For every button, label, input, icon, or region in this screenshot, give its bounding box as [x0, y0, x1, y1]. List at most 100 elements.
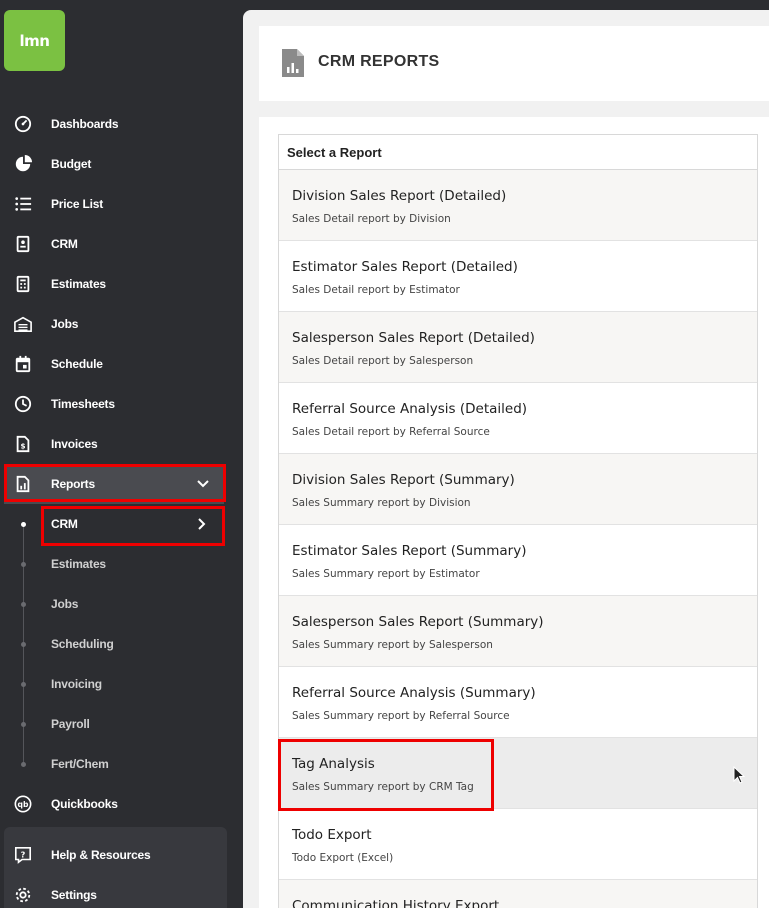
report-title: Salesperson Sales Report (Summary): [292, 614, 544, 630]
report-title: Referral Source Analysis (Detailed): [292, 401, 528, 417]
sidebar-item-label: Quickbooks: [51, 797, 118, 811]
calculator-icon: [13, 274, 33, 294]
mouse-cursor-icon: [733, 766, 745, 784]
sub-item-label: Estimates: [51, 557, 106, 571]
sidebar-item-label: Jobs: [51, 317, 79, 331]
sidebar-item-label: Schedule: [51, 357, 103, 371]
report-row-referral-summary[interactable]: Referral Source Analysis (Summary) Sales…: [279, 667, 757, 738]
sidebar-item-jobs[interactable]: Jobs: [0, 304, 243, 344]
sidebar-item-timesheets[interactable]: Timesheets: [0, 384, 243, 424]
sidebar-item-dashboards[interactable]: Dashboards: [0, 104, 243, 144]
report-title: Communication History Export: [292, 898, 500, 908]
sub-item-label: Invoicing: [51, 677, 102, 691]
sidebar-item-label: Reports: [51, 477, 95, 491]
sub-item-crm[interactable]: CRM: [0, 504, 243, 544]
dashboard-icon: [13, 114, 33, 134]
sub-nav-dot: [21, 681, 26, 687]
report-document-icon: [282, 49, 304, 77]
sub-item-label: Payroll: [51, 717, 90, 731]
report-row-todo-export[interactable]: Todo Export Todo Export (Excel): [279, 809, 757, 880]
sidebar: lmn Dashboards Budget Price List CRM Est…: [0, 0, 243, 908]
sidebar-item-quickbooks[interactable]: qb Quickbooks: [0, 784, 243, 824]
sub-nav-dot: [21, 721, 26, 727]
report-row-communication-history[interactable]: Communication History Export: [279, 880, 757, 908]
sub-item-fert-chem[interactable]: Fert/Chem: [0, 744, 243, 784]
page-title: CRM REPORTS: [318, 53, 440, 70]
sub-item-label: Scheduling: [51, 637, 114, 651]
report-subtitle: Sales Detail report by Salesperson: [292, 355, 474, 367]
quickbooks-icon: qb: [13, 794, 33, 814]
report-icon: [13, 474, 33, 494]
sidebar-item-label: Invoices: [51, 437, 98, 451]
svg-text:?: ?: [21, 849, 26, 859]
report-subtitle: Sales Detail report by Estimator: [292, 284, 460, 296]
report-title: Referral Source Analysis (Summary): [292, 685, 536, 701]
sub-item-jobs[interactable]: Jobs: [0, 584, 243, 624]
sub-nav-dot: [21, 561, 26, 567]
report-title: Division Sales Report (Detailed): [292, 188, 507, 204]
report-title: Estimator Sales Report (Summary): [292, 543, 527, 559]
sub-item-invoicing[interactable]: Invoicing: [0, 664, 243, 704]
report-title: Tag Analysis: [292, 756, 375, 772]
sidebar-item-label: Price List: [51, 197, 104, 211]
report-subtitle: Sales Detail report by Division: [292, 213, 451, 225]
report-row-division-detailed[interactable]: Division Sales Report (Detailed) Sales D…: [279, 170, 757, 241]
report-title: Estimator Sales Report (Detailed): [292, 259, 518, 275]
report-table: Select a Report Division Sales Report (D…: [278, 134, 758, 908]
report-list-card: Select a Report Division Sales Report (D…: [259, 117, 769, 908]
sidebar-item-crm[interactable]: CRM: [0, 224, 243, 264]
report-subtitle: Todo Export (Excel): [292, 852, 394, 864]
sub-item-label: CRM: [51, 517, 78, 531]
chevron-right-icon: [198, 518, 206, 530]
report-subtitle: Sales Summary report by Referral Source: [292, 710, 510, 722]
list-icon: [13, 194, 33, 214]
report-subtitle: Sales Detail report by Referral Source: [292, 426, 490, 438]
sidebar-item-reports[interactable]: Reports: [4, 464, 224, 504]
sidebar-item-settings[interactable]: Settings: [0, 875, 243, 908]
sidebar-item-schedule[interactable]: Schedule: [0, 344, 243, 384]
contact-card-icon: [13, 234, 33, 254]
sub-nav-dot: [21, 641, 26, 647]
invoice-icon: $: [13, 434, 33, 454]
report-title: Todo Export: [292, 827, 372, 843]
report-subtitle: Sales Summary report by Salesperson: [292, 639, 493, 651]
sub-nav-dot: [21, 761, 26, 767]
sub-item-estimates[interactable]: Estimates: [0, 544, 243, 584]
sub-item-label: Fert/Chem: [51, 757, 109, 771]
sidebar-item-label: CRM: [51, 237, 78, 251]
report-row-division-summary[interactable]: Division Sales Report (Summary) Sales Su…: [279, 454, 757, 525]
chevron-down-icon[interactable]: [196, 477, 210, 491]
sidebar-item-label: Budget: [51, 157, 92, 171]
report-row-estimator-summary[interactable]: Estimator Sales Report (Summary) Sales S…: [279, 525, 757, 596]
sub-nav-dot: [21, 521, 26, 527]
report-subtitle: Sales Summary report by Division: [292, 497, 471, 509]
calendar-icon: [13, 354, 33, 374]
report-row-referral-detailed[interactable]: Referral Source Analysis (Detailed) Sale…: [279, 383, 757, 454]
warehouse-icon: [13, 314, 33, 334]
gear-icon: [13, 885, 33, 905]
sidebar-item-help[interactable]: ? Help & Resources: [0, 835, 243, 875]
report-row-tag-analysis[interactable]: Tag Analysis Sales Summary report by CRM…: [279, 738, 757, 809]
report-title: Salesperson Sales Report (Detailed): [292, 330, 535, 346]
page-header: CRM REPORTS: [259, 26, 769, 101]
report-row-estimator-detailed[interactable]: Estimator Sales Report (Detailed) Sales …: [279, 241, 757, 312]
sub-item-payroll[interactable]: Payroll: [0, 704, 243, 744]
sidebar-item-price-list[interactable]: Price List: [0, 184, 243, 224]
lmn-logo[interactable]: lmn: [4, 10, 65, 71]
report-row-salesperson-detailed[interactable]: Salesperson Sales Report (Detailed) Sale…: [279, 312, 757, 383]
sidebar-item-estimates[interactable]: Estimates: [0, 264, 243, 304]
sidebar-item-budget[interactable]: Budget: [0, 144, 243, 184]
sidebar-item-label: Help & Resources: [51, 848, 151, 862]
report-row-salesperson-summary[interactable]: Salesperson Sales Report (Summary) Sales…: [279, 596, 757, 667]
sub-nav-dot: [21, 601, 26, 607]
sub-item-scheduling[interactable]: Scheduling: [0, 624, 243, 664]
svg-text:qb: qb: [18, 800, 29, 809]
logo-text: lmn: [19, 31, 50, 50]
sidebar-item-invoices[interactable]: $ Invoices: [0, 424, 243, 464]
report-title: Division Sales Report (Summary): [292, 472, 515, 488]
sidebar-item-label: Estimates: [51, 277, 106, 291]
svg-text:$: $: [20, 442, 25, 451]
sub-item-label: Jobs: [51, 597, 79, 611]
sidebar-item-label: Timesheets: [51, 397, 115, 411]
clock-icon: [13, 394, 33, 414]
